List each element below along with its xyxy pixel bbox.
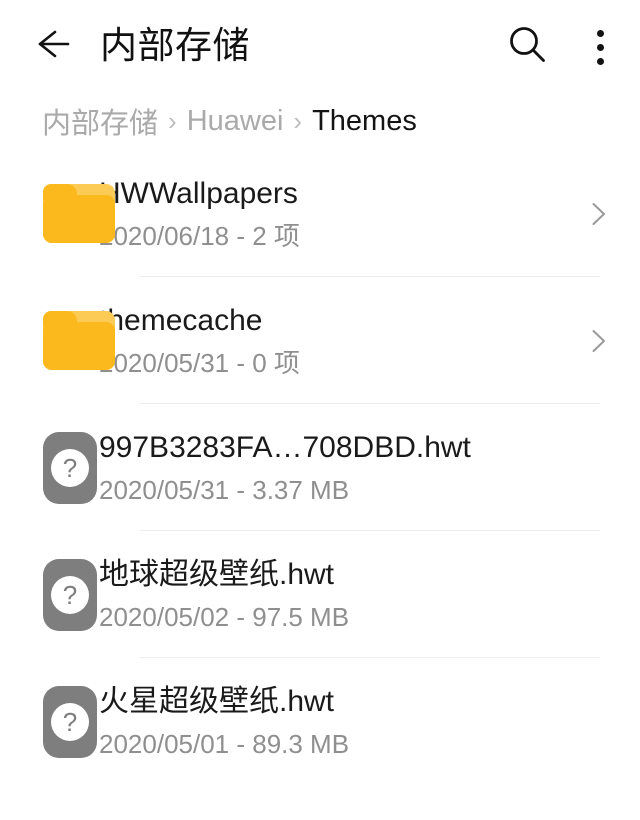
- search-icon: [505, 22, 551, 73]
- chevron-right-button[interactable]: [556, 200, 640, 228]
- more-vertical-icon-dot: [596, 57, 604, 65]
- breadcrumb-separator: ›: [168, 105, 177, 136]
- row-text: HWWallpapers 2020/06/18 - 2 项: [97, 175, 556, 253]
- breadcrumb-item-themes[interactable]: Themes: [312, 105, 417, 138]
- question-mark-icon: ?: [51, 448, 89, 487]
- more-vertical-icon: [596, 29, 604, 37]
- file-meta: 2020/05/31 - 0 项: [99, 347, 300, 378]
- row-text: 火星超级壁纸.hwt 2020/05/01 - 89.3 MB: [97, 683, 556, 761]
- row-icon-wrap: [0, 184, 115, 243]
- breadcrumb-item-root[interactable]: 内部存储: [42, 100, 158, 142]
- file-meta: 2020/05/01 - 89.3 MB: [99, 728, 350, 759]
- unknown-file-icon: ?: [43, 558, 97, 631]
- chevron-right-icon: [592, 329, 605, 352]
- question-mark-icon: ?: [51, 575, 89, 614]
- file-name: 997B3283FA…708DBD.hwt: [99, 430, 471, 464]
- row-icon-wrap: ?: [0, 685, 97, 758]
- row-icon-wrap: [0, 311, 115, 370]
- row-text: themecache 2020/05/31 - 0 项: [97, 302, 556, 380]
- file-name: 地球超级壁纸.hwt: [99, 557, 335, 591]
- list-item[interactable]: themecache 2020/05/31 - 0 项: [0, 277, 640, 404]
- list-item[interactable]: ? 997B3283FA…708DBD.hwt 2020/05/31 - 3.3…: [0, 404, 640, 531]
- file-meta: 2020/05/31 - 3.37 MB: [99, 474, 350, 505]
- list-item[interactable]: ? 地球超级壁纸.hwt 2020/05/02 - 97.5 MB: [0, 531, 640, 658]
- breadcrumb: 内部存储 › Huawei › Themes: [0, 92, 640, 150]
- file-meta: 2020/05/02 - 97.5 MB: [99, 601, 350, 632]
- row-text: 地球超级壁纸.hwt 2020/05/02 - 97.5 MB: [97, 556, 556, 634]
- unknown-file-icon: ?: [43, 431, 97, 504]
- folder-icon: [43, 311, 115, 370]
- row-text: 997B3283FA…708DBD.hwt 2020/05/31 - 3.37 …: [97, 429, 556, 507]
- file-name: themecache: [99, 303, 263, 337]
- back-arrow-icon: [30, 22, 74, 71]
- list-item[interactable]: HWWallpapers 2020/06/18 - 2 项: [0, 150, 640, 277]
- more-options-button[interactable]: [578, 19, 622, 75]
- page-title: 内部存储: [100, 25, 250, 66]
- list-item[interactable]: ? 火星超级壁纸.hwt 2020/05/01 - 89.3 MB: [0, 658, 640, 785]
- row-icon-wrap: ?: [0, 431, 97, 504]
- chevron-right-button[interactable]: [556, 327, 640, 355]
- file-list: HWWallpapers 2020/06/18 - 2 项 themecache…: [0, 150, 640, 785]
- search-button[interactable]: [500, 19, 556, 75]
- row-icon-wrap: ?: [0, 558, 97, 631]
- breadcrumb-item-huawei[interactable]: Huawei: [187, 105, 284, 138]
- file-meta: 2020/06/18 - 2 项: [99, 220, 300, 251]
- question-mark-icon: ?: [51, 702, 89, 741]
- file-name: HWWallpapers: [99, 176, 298, 210]
- more-vertical-icon-dot: [596, 43, 604, 51]
- chevron-right-icon: [592, 202, 605, 225]
- back-button[interactable]: [26, 20, 78, 72]
- app-bar: 内部存储: [0, 0, 640, 92]
- breadcrumb-separator: ›: [293, 105, 303, 136]
- file-name: 火星超级壁纸.hwt: [99, 684, 335, 718]
- unknown-file-icon: ?: [43, 685, 97, 758]
- folder-icon: [43, 184, 115, 243]
